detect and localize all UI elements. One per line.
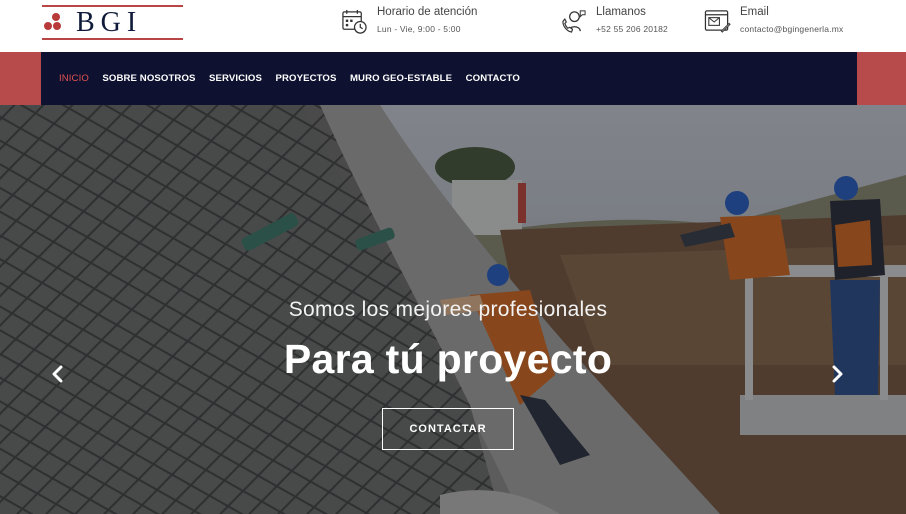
nav-item-proyectos[interactable]: PROYECTOS (276, 73, 337, 84)
phone-label: Llamanos (596, 6, 646, 18)
email-label: Email (740, 6, 769, 18)
nav-item-sobre-nosotros[interactable]: SOBRE NOSOTROS (102, 73, 195, 84)
chevron-left-icon[interactable] (47, 363, 69, 385)
hours-value: Lun - Vie, 9:00 - 5:00 (377, 24, 461, 34)
calendar-clock-icon (342, 9, 367, 34)
contactar-button[interactable]: CONTACTAR (382, 408, 514, 450)
top-header: BGI Horario de atención Lun - Vie, 9:00 … (0, 0, 906, 52)
logo-dots-icon (44, 13, 70, 33)
nav-bar-wrapper: INICIO SOBRE NOSOTROS SERVICIOS PROYECTO… (0, 52, 906, 105)
nav-item-servicios[interactable]: SERVICIOS (209, 73, 262, 84)
logo-text: BGI (76, 7, 143, 38)
email-value[interactable]: contacto@bgingenerla.mx (740, 24, 843, 34)
phone-value[interactable]: +52 55 206 20182 (596, 24, 668, 34)
hero-title: Para tú proyecto (283, 336, 613, 382)
email-icon (704, 10, 731, 33)
main-nav: INICIO SOBRE NOSOTROS SERVICIOS PROYECTO… (41, 52, 857, 105)
nav-item-contacto[interactable]: CONTACTO (466, 73, 520, 84)
chevron-right-icon[interactable] (826, 363, 848, 385)
hero-subtitle: Somos los mejores profesionales (288, 298, 608, 321)
nav-item-inicio[interactable]: INICIO (59, 73, 89, 84)
phone-support-icon (562, 10, 586, 33)
nav-item-muro-geo-estable[interactable]: MURO GEO-ESTABLE (350, 73, 452, 84)
hero-slider: Somos los mejores profesionales Para tú … (0, 105, 906, 514)
logo-rule-bottom (42, 38, 183, 40)
brand-logo[interactable]: BGI (42, 5, 183, 41)
hours-label: Horario de atención (377, 6, 478, 18)
